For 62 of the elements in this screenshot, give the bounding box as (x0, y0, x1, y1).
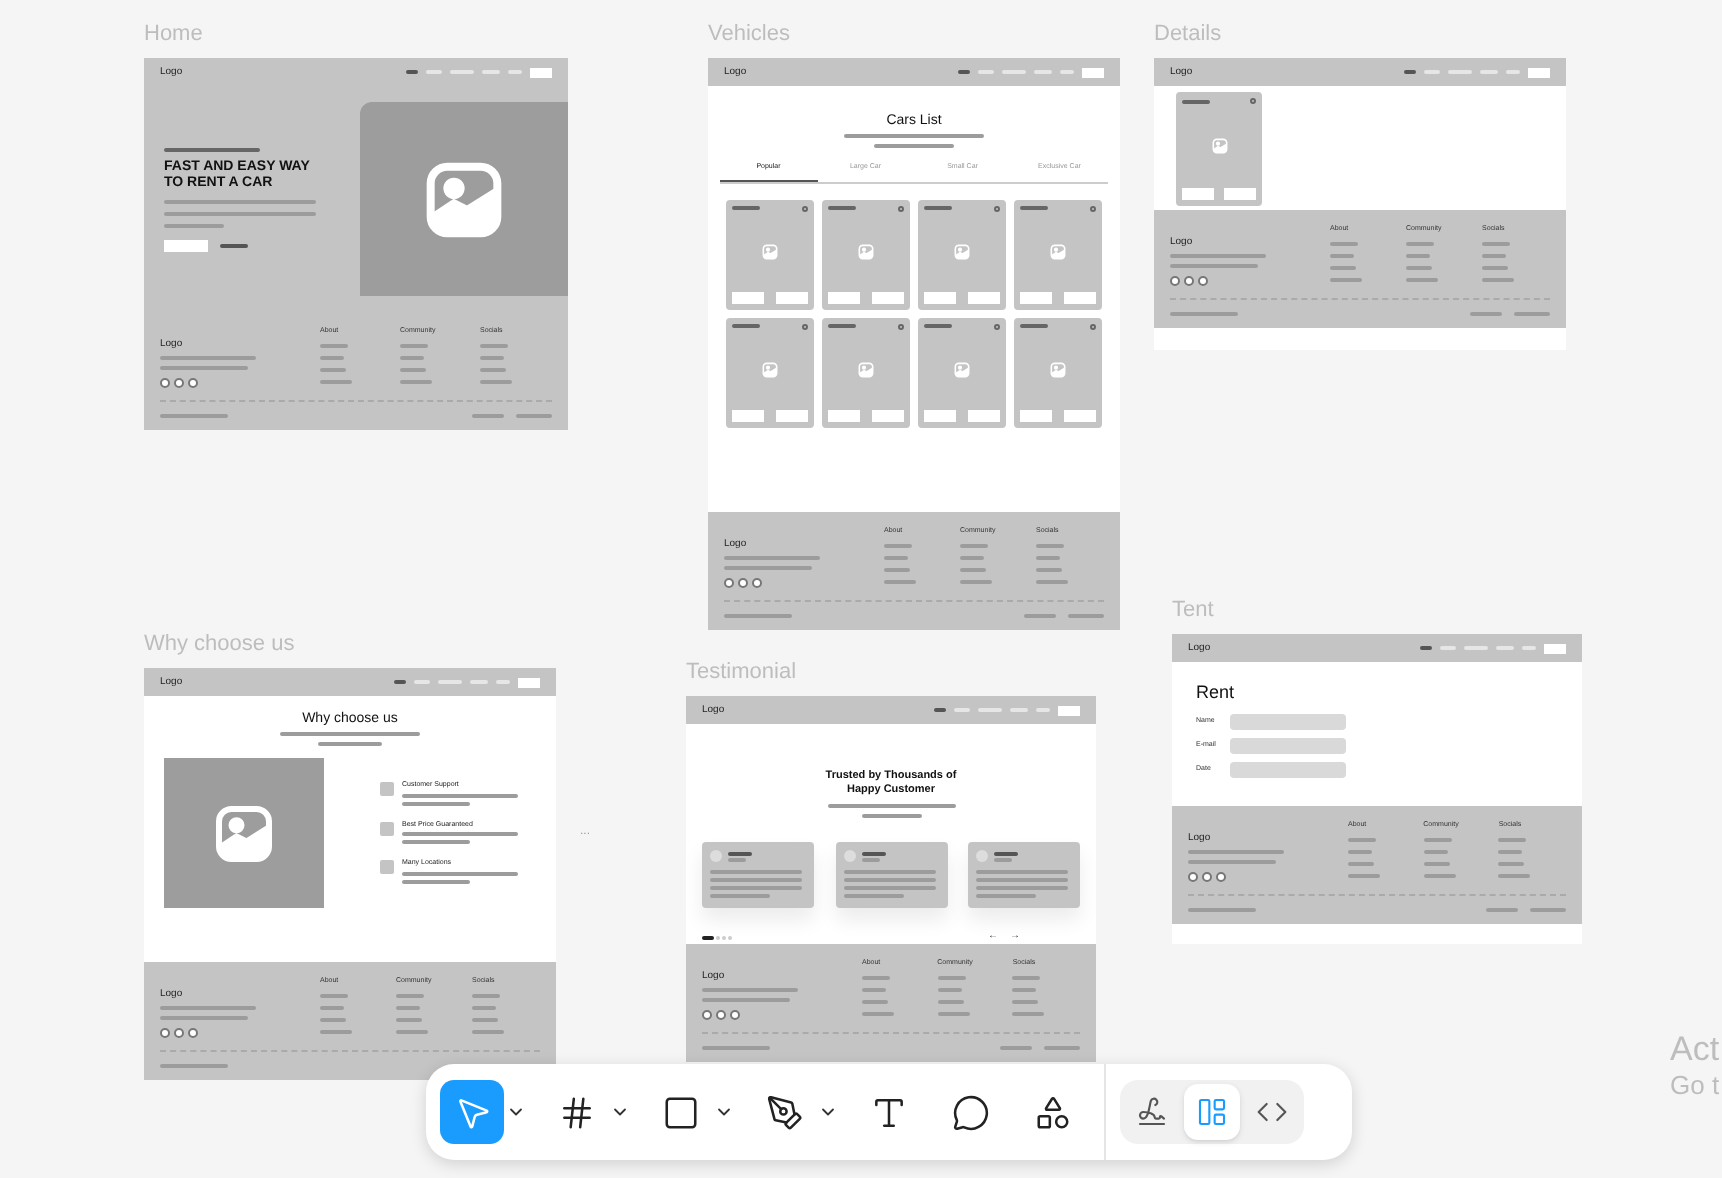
image-placeholder-icon (1050, 243, 1066, 259)
greeked-text (402, 832, 518, 837)
details-button[interactable] (1020, 409, 1052, 421)
login-button[interactable] (1082, 67, 1104, 77)
image-placeholder-icon (954, 361, 970, 377)
image-placeholder-icon (1050, 361, 1066, 377)
input-field[interactable] (1230, 714, 1346, 730)
avatar (710, 850, 722, 862)
image-placeholder-icon (954, 243, 970, 259)
feature-icon (380, 821, 394, 836)
image-placeholder-icon (858, 243, 874, 259)
feature-icon (380, 782, 394, 797)
rent-button[interactable] (968, 409, 1000, 421)
details-button[interactable] (828, 409, 860, 421)
greeked-text (402, 879, 470, 884)
feature-icon (380, 860, 394, 875)
rent-button[interactable] (1064, 409, 1096, 421)
layout-icon (1196, 1096, 1228, 1128)
details-button[interactable] (732, 291, 764, 303)
rent-button[interactable] (968, 291, 1000, 303)
input-field[interactable] (1230, 738, 1346, 754)
shapes-icon (1033, 1093, 1071, 1131)
image-placeholder-icon (1211, 138, 1227, 154)
image-placeholder-icon (858, 361, 874, 377)
details-button[interactable] (924, 291, 956, 303)
login-button[interactable] (1544, 643, 1566, 653)
image-placeholder-icon (424, 159, 504, 239)
form-heading: Rent (1196, 684, 1237, 702)
rent-button[interactable] (872, 409, 904, 421)
rent-button[interactable] (872, 291, 904, 303)
details-button[interactable] (732, 409, 764, 421)
avatar (976, 850, 988, 862)
image-placeholder-icon (214, 803, 274, 863)
pen-icon (765, 1093, 803, 1131)
avatar (843, 850, 855, 862)
mode-button[interactable] (1184, 1084, 1240, 1140)
book-button[interactable] (164, 239, 208, 251)
details-button[interactable] (828, 291, 860, 303)
login-button[interactable] (530, 67, 552, 77)
pointer-icon (453, 1093, 491, 1131)
greeked-text (402, 801, 470, 806)
login-button[interactable] (1528, 67, 1550, 77)
text-icon (869, 1093, 907, 1131)
rent-button[interactable] (1064, 291, 1096, 303)
greeked-text (402, 871, 518, 876)
input-field[interactable] (1230, 762, 1346, 778)
rectangle-icon (661, 1093, 699, 1131)
login-button[interactable] (518, 677, 540, 687)
greeked-text (402, 840, 470, 845)
squiggle-icon (1136, 1096, 1168, 1128)
comment-icon (951, 1093, 989, 1131)
greeked-text (402, 793, 518, 798)
login-button[interactable] (1058, 705, 1080, 715)
details-button[interactable] (1020, 291, 1052, 303)
details-button[interactable] (924, 409, 956, 421)
image-placeholder-icon (762, 243, 778, 259)
activation-notice: Act (1670, 1032, 1720, 1066)
image-placeholder-icon (762, 361, 778, 377)
activation-notice: Go t (1670, 1072, 1720, 1098)
rent-button[interactable] (776, 409, 808, 421)
rent-button[interactable] (776, 291, 808, 303)
frame-icon (557, 1093, 595, 1131)
